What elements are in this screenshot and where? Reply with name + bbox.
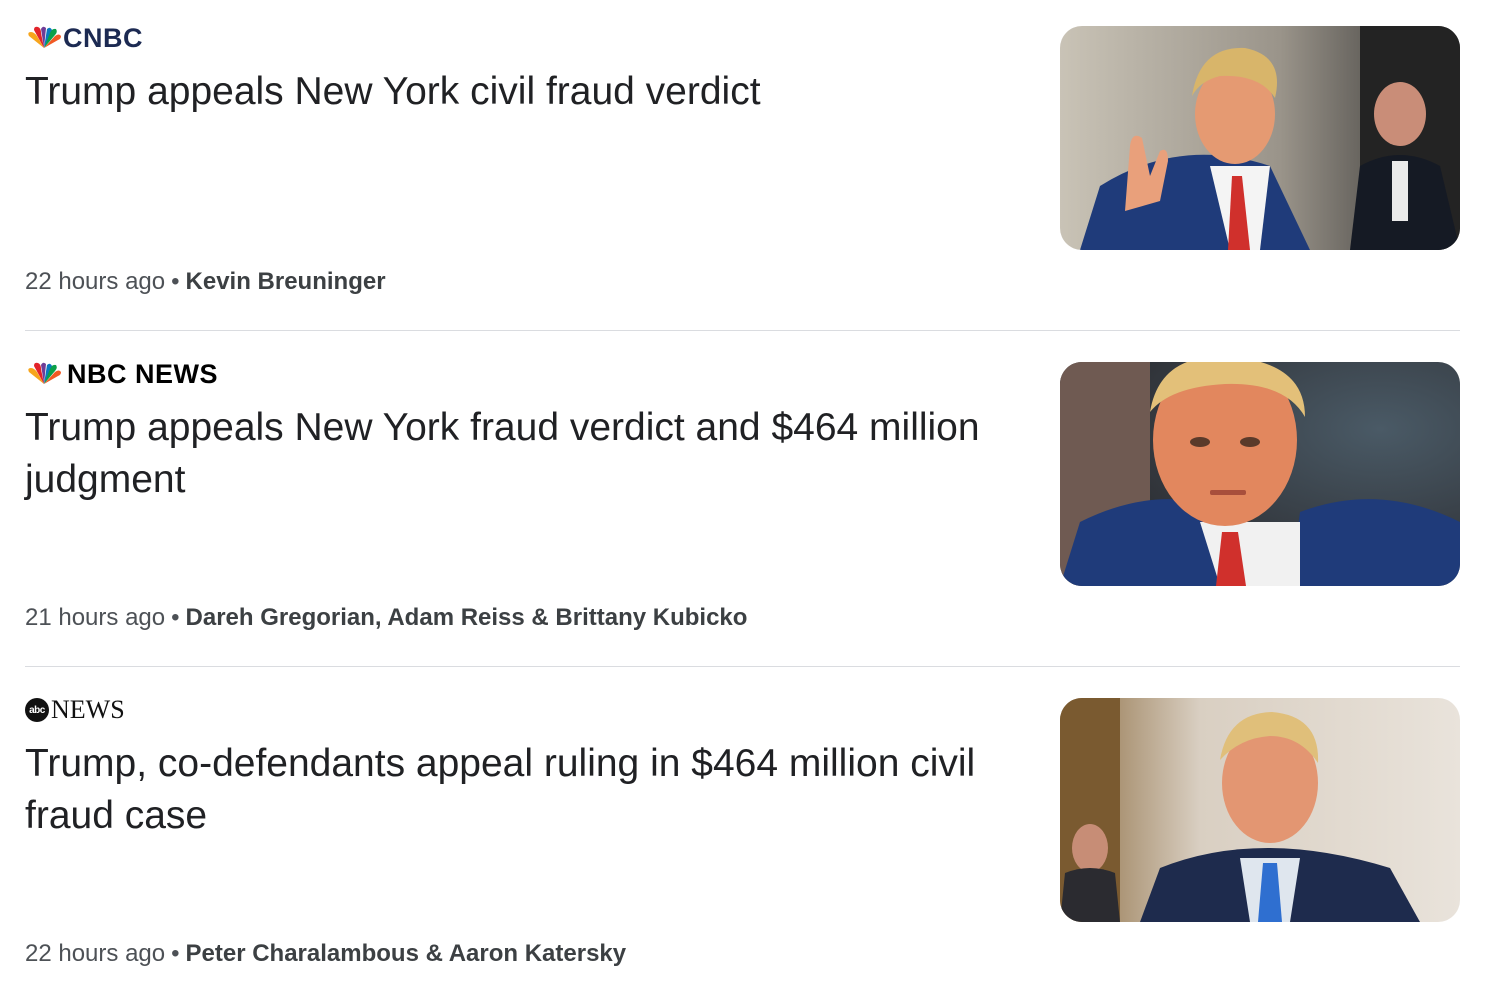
photo-illustration bbox=[1060, 362, 1460, 586]
news-photo-thumbnail[interactable] bbox=[1060, 362, 1460, 586]
timestamp: 22 hours ago bbox=[25, 268, 166, 295]
article-meta: 22 hours ago • Peter Charalambous & Aaron … bbox=[25, 938, 626, 970]
nbc-peacock-icon bbox=[28, 362, 61, 384]
headline-link[interactable]: Trump, co-defendants appeal ruling in $4… bbox=[25, 738, 985, 842]
photo-illustration bbox=[1060, 26, 1460, 250]
author-names: Peter Charalambous & Aaron Katersky bbox=[185, 940, 627, 967]
abc-logo-icon: abc bbox=[25, 698, 49, 722]
news-card[interactable]: NBC NEWS Trump appeals New York fraud ve… bbox=[25, 336, 1460, 636]
source-name: CNBC bbox=[63, 22, 143, 53]
news-photo-thumbnail[interactable] bbox=[1060, 698, 1460, 922]
source-row: abc NEWS bbox=[25, 694, 125, 726]
headline-link[interactable]: Trump appeals New York civil fraud verdi… bbox=[25, 66, 1025, 118]
news-card[interactable]: CNBC Trump appeals New York civil fraud … bbox=[25, 0, 1460, 300]
news-card[interactable]: abc NEWS Trump, co-defendants appeal rul… bbox=[25, 672, 1460, 972]
headline-link[interactable]: Trump appeals New York fraud verdict and… bbox=[25, 402, 1025, 506]
article-meta: 22 hours ago • Kevin Breuninger bbox=[25, 266, 386, 298]
meta-separator: • bbox=[171, 604, 180, 631]
source-row: NBC NEWS bbox=[25, 358, 218, 390]
photo-illustration bbox=[1060, 698, 1460, 922]
timestamp: 22 hours ago bbox=[25, 940, 166, 967]
meta-separator: • bbox=[171, 268, 180, 295]
source-name: NEWS bbox=[51, 695, 125, 724]
source-name: NBC NEWS bbox=[67, 358, 218, 389]
nbc-peacock-icon bbox=[28, 26, 61, 48]
timestamp: 21 hours ago bbox=[25, 604, 166, 631]
author-names: Dareh Gregorian, Adam Reiss & Brittany K… bbox=[185, 604, 748, 631]
article-meta: 21 hours ago • Dareh Gregorian, Adam Reiss… bbox=[25, 602, 747, 634]
author-names: Kevin Breuninger bbox=[185, 268, 386, 295]
source-row: CNBC bbox=[25, 22, 143, 54]
divider bbox=[25, 666, 1460, 667]
news-feed: CNBC Trump appeals New York civil fraud … bbox=[0, 0, 1486, 992]
news-photo-thumbnail[interactable] bbox=[1060, 26, 1460, 250]
meta-separator: • bbox=[171, 940, 180, 967]
divider bbox=[25, 330, 1460, 331]
